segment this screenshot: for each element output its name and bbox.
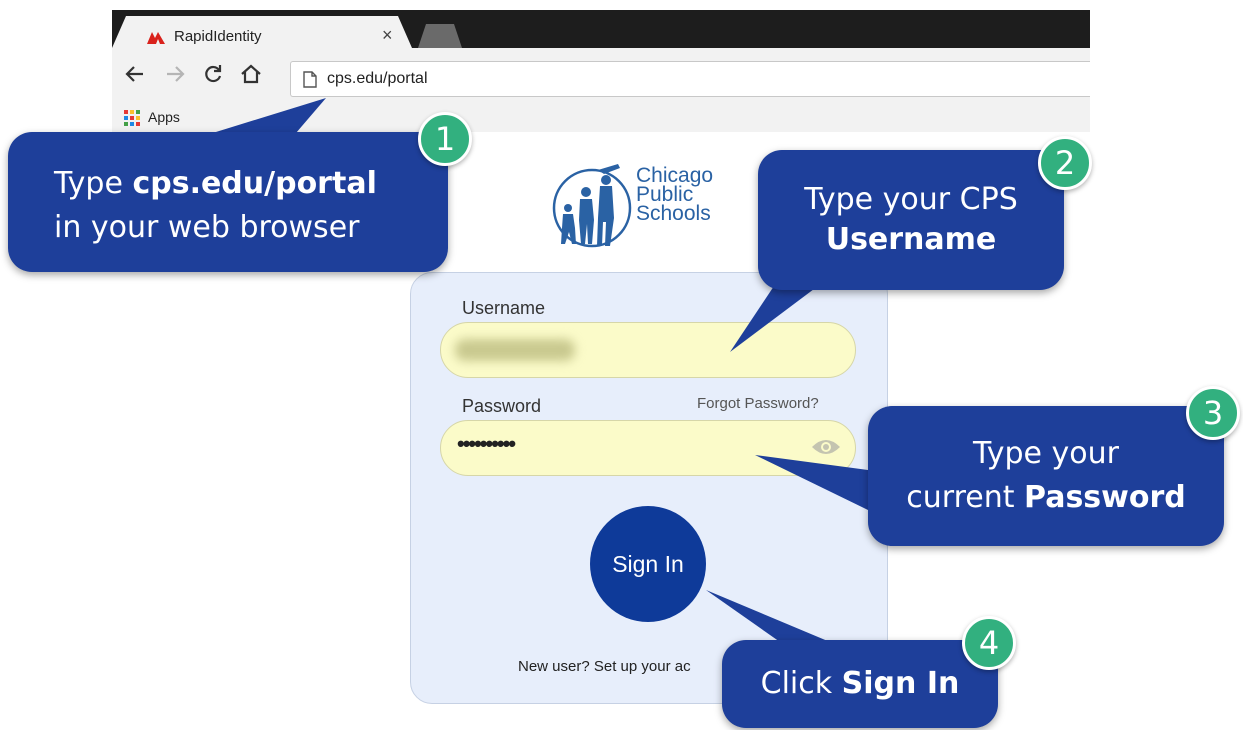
callout-4-bold: Sign In xyxy=(841,666,960,701)
callout-3: Type your current Password xyxy=(868,406,1224,546)
step-2-badge: 2 xyxy=(1038,136,1092,190)
step-1-badge: 1 xyxy=(418,112,472,166)
callout-pointers xyxy=(190,98,868,642)
callout-2-bold: Username xyxy=(825,222,997,257)
callout-3-bold: Password xyxy=(1024,480,1186,515)
callout-3-pre: Type your xyxy=(973,436,1119,471)
callout-1-pre: Type xyxy=(54,166,133,201)
callout-1: Type cps.edu/portal in your web browser xyxy=(8,132,448,272)
step-4-badge: 4 xyxy=(962,616,1016,670)
callout-1-bold: cps.edu/portal xyxy=(132,166,377,201)
callout-4: Click Sign In xyxy=(722,640,998,728)
callout-2: Type your CPS Username xyxy=(758,150,1064,290)
callout-2-pre: Type your CPS xyxy=(804,182,1018,217)
callout-4-pre: Click xyxy=(760,666,842,701)
step-3-badge: 3 xyxy=(1186,386,1240,440)
callout-3-mid: current xyxy=(906,480,1025,515)
callout-1-post: in your web browser xyxy=(54,210,360,245)
